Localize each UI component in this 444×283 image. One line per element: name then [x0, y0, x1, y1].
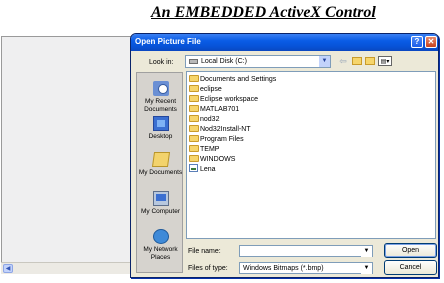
list-item[interactable]: Eclipse workspace — [189, 94, 258, 105]
place-desktop[interactable]: Desktop — [137, 116, 184, 141]
open-file-dialog: Open Picture File ? ✕ Look in: Local Dis… — [130, 33, 439, 278]
folder-icon — [189, 124, 199, 132]
folder-icon — [189, 104, 199, 112]
place-label: My Network Places — [143, 246, 178, 261]
look-in-dropdown[interactable]: Local Disk (C:) ▼ — [185, 55, 331, 68]
embedded-control-area — [1, 36, 131, 274]
folder-icon — [189, 144, 199, 152]
chevron-down-icon[interactable]: ▼ — [361, 263, 372, 274]
close-button[interactable]: ✕ — [425, 36, 437, 48]
list-item[interactable]: Nod32Install-NT — [189, 124, 251, 135]
my-computer-icon — [152, 191, 169, 206]
file-type-value: Windows Bitmaps (*.bmp) — [243, 265, 324, 272]
scroll-left-icon[interactable]: ◀ — [3, 264, 13, 273]
chevron-down-icon[interactable]: ▼ — [361, 246, 372, 257]
up-folder-icon[interactable] — [352, 57, 362, 65]
list-item[interactable]: eclipse — [189, 84, 222, 95]
file-name-label: File name: — [188, 248, 221, 255]
file-name: Nod32Install-NT — [200, 126, 251, 133]
file-list[interactable]: Documents and Settings eclipse Eclipse w… — [186, 71, 436, 239]
bitmap-file-icon — [189, 164, 198, 173]
file-name: Lena — [200, 166, 216, 173]
list-item[interactable]: nod32 — [189, 114, 220, 125]
folder-icon — [189, 84, 199, 92]
file-type-label: Files of type: — [188, 265, 228, 272]
list-item[interactable]: Documents and Settings — [189, 74, 277, 85]
local-disk-icon — [189, 59, 198, 64]
file-name: MATLAB701 — [200, 106, 240, 113]
list-item[interactable]: Program Files — [189, 134, 244, 145]
look-in-value: Local Disk (C:) — [201, 58, 247, 65]
new-folder-icon[interactable] — [365, 57, 375, 65]
file-name: eclipse — [200, 86, 222, 93]
places-bar: My Recent Documents Desktop My Documents… — [136, 72, 183, 273]
place-my-computer[interactable]: My Computer — [137, 191, 184, 216]
place-label: My Recent Documents — [144, 98, 177, 113]
place-label: My Documents — [138, 169, 183, 176]
list-item[interactable]: MATLAB701 — [189, 104, 240, 115]
list-item[interactable]: TEMP — [189, 144, 220, 155]
list-item[interactable]: Lena — [189, 164, 216, 175]
file-name: Documents and Settings — [200, 76, 277, 83]
back-icon[interactable]: ⇦ — [338, 56, 348, 66]
place-recent-documents[interactable]: My Recent Documents — [137, 81, 184, 114]
file-name: TEMP — [200, 146, 220, 153]
desktop-icon — [152, 116, 169, 131]
file-name: nod32 — [200, 116, 220, 123]
folder-icon — [189, 94, 199, 102]
file-type-dropdown[interactable]: Windows Bitmaps (*.bmp) ▼ — [239, 262, 373, 274]
file-name: Eclipse workspace — [200, 96, 258, 103]
file-name: Program Files — [200, 136, 244, 143]
chevron-down-icon[interactable]: ▼ — [319, 56, 330, 67]
help-button[interactable]: ? — [411, 36, 423, 48]
page-title: An EMBEDDED ActiveX Control — [151, 4, 376, 21]
horizontal-scrollbar[interactable]: ◀ — [1, 262, 131, 274]
folder-icon — [189, 74, 199, 82]
dialog-title: Open Picture File — [135, 37, 201, 46]
place-label: Desktop — [148, 133, 173, 140]
folder-icon — [189, 134, 199, 142]
folder-icon — [189, 154, 199, 162]
open-button[interactable]: Open — [384, 243, 437, 258]
view-menu-icon[interactable]: ▤▾ — [378, 56, 392, 66]
folder-icon — [189, 114, 199, 122]
place-label: My Computer — [140, 208, 180, 215]
file-name: WINDOWS — [200, 156, 236, 163]
dialog-titlebar[interactable]: Open Picture File ? ✕ — [131, 34, 438, 51]
look-in-label: Look in: — [149, 59, 174, 66]
my-documents-icon — [151, 152, 170, 167]
place-network-places[interactable]: My Network Places — [137, 229, 184, 262]
network-places-icon — [152, 229, 169, 244]
file-name-field[interactable]: ▼ — [239, 245, 373, 257]
place-my-documents[interactable]: My Documents — [137, 152, 184, 177]
cancel-button[interactable]: Cancel — [384, 260, 437, 275]
recent-documents-icon — [152, 81, 169, 96]
